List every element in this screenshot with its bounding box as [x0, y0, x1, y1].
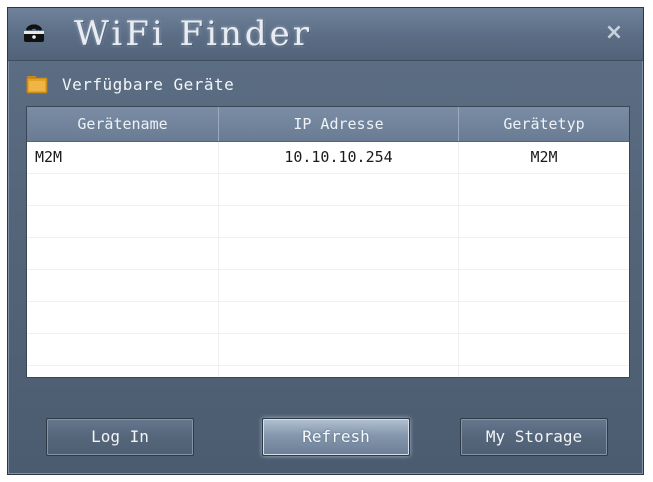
log-in-button[interactable]: Log In: [46, 418, 194, 456]
device-table: Gerätename IP Adresse Gerätetyp M2M 10.1…: [26, 106, 630, 378]
cell-device-name: M2M: [27, 142, 219, 173]
empty-row: [27, 334, 629, 366]
wifi-finder-window: WiFi Finder × Verfügbare Geräte Gerätena…: [7, 7, 644, 475]
column-header-ip-address[interactable]: IP Adresse: [219, 107, 459, 141]
cell-device-type: M2M: [530, 148, 558, 166]
column-header-device-name[interactable]: Gerätename: [27, 107, 219, 141]
empty-row: [27, 174, 629, 206]
folder-icon: [26, 76, 48, 94]
available-devices-header: Verfügbare Geräte: [26, 70, 234, 98]
empty-row: [27, 238, 629, 270]
empty-row: [27, 366, 629, 377]
refresh-button[interactable]: Refresh: [262, 418, 410, 456]
cell-ip-address: 10.10.10.254: [219, 142, 459, 173]
section-title: Verfügbare Geräte: [62, 74, 235, 94]
table-body: M2M 10.10.10.254 M2M: [27, 142, 629, 377]
close-icon[interactable]: ×: [603, 22, 625, 44]
button-bar: Log In Refresh My Storage: [8, 400, 643, 476]
wifi-router-icon: [24, 24, 44, 42]
table-header: Gerätename IP Adresse Gerätetyp: [27, 107, 629, 142]
title-bar[interactable]: WiFi Finder ×: [8, 8, 643, 61]
my-storage-button[interactable]: My Storage: [460, 418, 608, 456]
window-title: WiFi Finder: [74, 14, 312, 54]
column-header-device-type[interactable]: Gerätetyp: [459, 107, 629, 141]
empty-row: [27, 270, 629, 302]
table-row[interactable]: M2M 10.10.10.254 M2M: [27, 142, 629, 174]
empty-row: [27, 302, 629, 334]
empty-row: [27, 206, 629, 238]
